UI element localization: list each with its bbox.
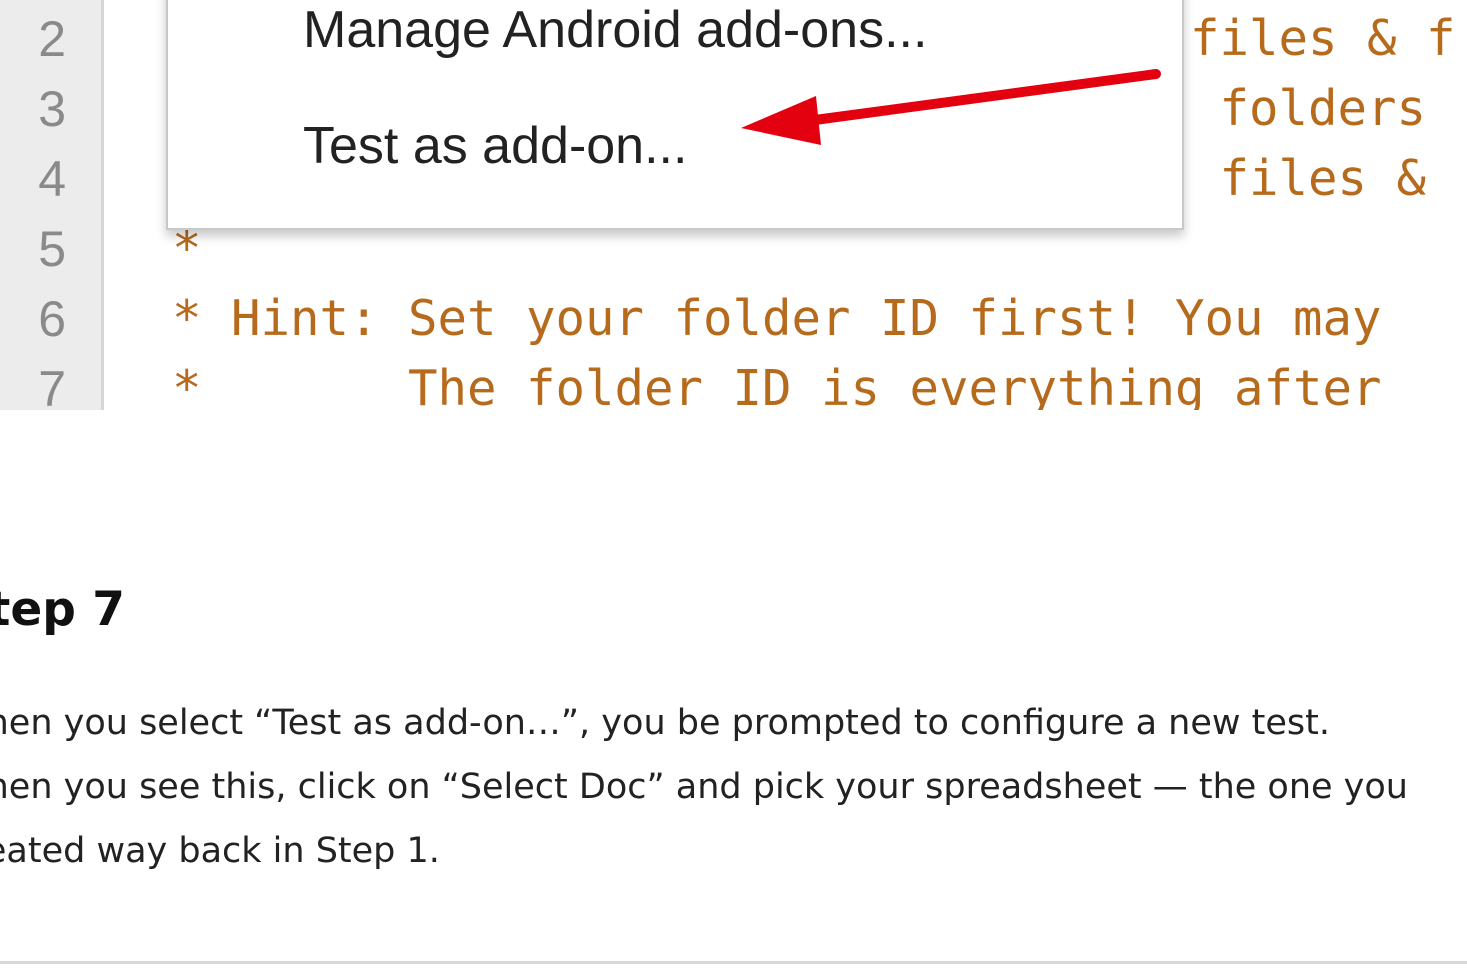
step-heading: Step 7 <box>0 582 125 637</box>
editor-screenshot: 2 3 4 5 6 7 files & f folders files & * … <box>0 0 1467 410</box>
annotation-arrow-icon <box>741 69 1161 145</box>
paragraph-line: When you see this, click on “Select Doc”… <box>0 767 1408 807</box>
paragraph-line: When you select “Test as add-on…”, you b… <box>0 703 1330 743</box>
page: 2 3 4 5 6 7 files & f folders files & * … <box>0 0 1467 979</box>
paragraph-line: created way back in Step 1. <box>0 831 440 871</box>
section-divider <box>0 961 1467 964</box>
